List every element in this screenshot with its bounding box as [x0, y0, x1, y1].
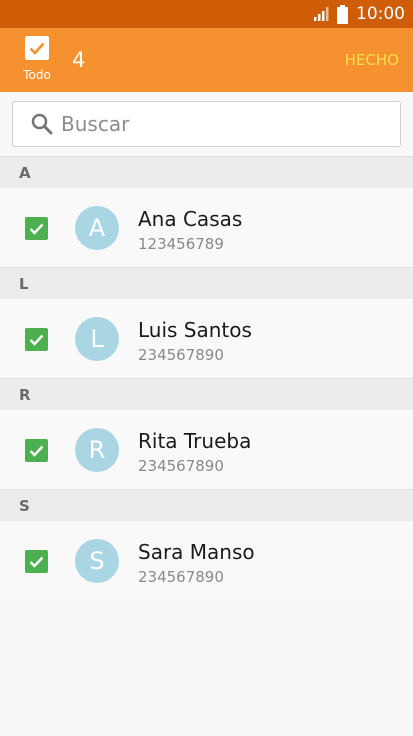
avatar: R — [75, 428, 119, 472]
section-header-r: R — [0, 378, 413, 410]
done-button[interactable]: HECHO — [345, 51, 399, 69]
contact-checkbox[interactable] — [25, 550, 48, 573]
check-icon — [29, 445, 44, 457]
contact-name: Ana Casas — [138, 207, 243, 231]
contact-row[interactable]: A Ana Casas 123456789 — [0, 188, 413, 267]
contact-row[interactable]: S Sara Manso 234567890 — [0, 521, 413, 600]
contact-name: Luis Santos — [138, 318, 252, 342]
contact-name: Rita Trueba — [138, 429, 252, 453]
contact-name: Sara Manso — [138, 540, 255, 564]
battery-icon — [337, 4, 348, 24]
contact-row[interactable]: L Luis Santos 234567890 — [0, 299, 413, 378]
check-icon — [29, 334, 44, 346]
search-input[interactable] — [61, 112, 361, 136]
contact-list: A A Ana Casas 123456789 L L Luis Santos … — [0, 156, 413, 600]
check-icon — [29, 223, 44, 235]
contact-checkbox[interactable] — [25, 328, 48, 351]
section-header-a: A — [0, 156, 413, 188]
status-time: 10:00 — [356, 4, 405, 24]
contact-checkbox[interactable] — [25, 439, 48, 462]
avatar: L — [75, 317, 119, 361]
avatar: A — [75, 206, 119, 250]
contact-phone: 234567890 — [138, 457, 224, 475]
select-all-checkbox[interactable] — [25, 36, 49, 60]
section-header-l: L — [0, 267, 413, 299]
contact-phone: 234567890 — [138, 346, 224, 364]
search-box[interactable] — [12, 101, 401, 147]
search-bar — [0, 92, 413, 156]
selected-count: 4 — [72, 48, 86, 72]
check-icon — [29, 556, 44, 568]
check-icon — [29, 42, 45, 55]
select-all-button[interactable]: Todo — [20, 36, 54, 82]
contact-phone: 123456789 — [138, 235, 224, 253]
signal-icon — [314, 7, 330, 21]
search-icon — [31, 113, 53, 135]
avatar: S — [75, 539, 119, 583]
contact-row[interactable]: R Rita Trueba 234567890 — [0, 410, 413, 489]
contact-checkbox[interactable] — [25, 217, 48, 240]
action-bar: Todo 4 HECHO — [0, 28, 413, 92]
select-all-label: Todo — [23, 68, 51, 82]
section-header-s: S — [0, 489, 413, 521]
status-bar: 10:00 — [0, 0, 413, 28]
contact-phone: 234567890 — [138, 568, 224, 586]
